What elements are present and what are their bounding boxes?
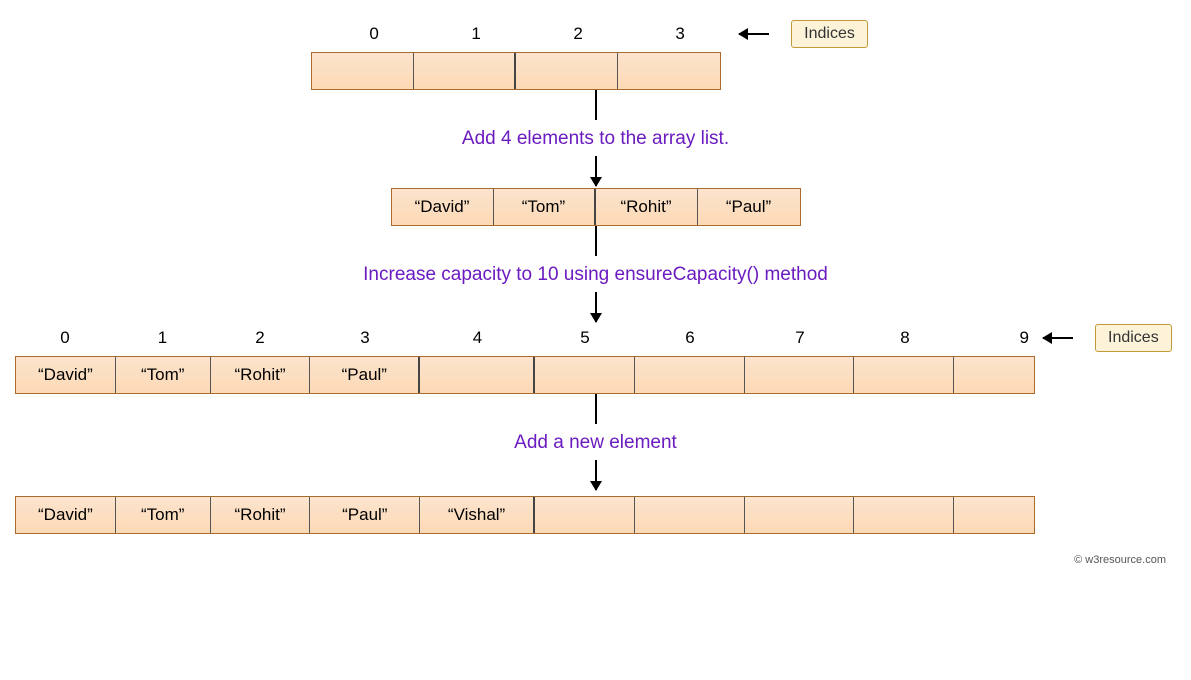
caption-2: Increase capacity to 10 using ensureCapa…: [363, 264, 828, 286]
index-label: 3: [310, 328, 420, 348]
index-label: 4: [420, 328, 535, 348]
cell: [635, 497, 745, 533]
index-label: 1: [425, 24, 527, 44]
cell: [635, 357, 745, 393]
arrow-down-icon: [595, 394, 597, 424]
cell: [745, 497, 855, 533]
index-label: 0: [323, 24, 425, 44]
cell: “Rohit”: [211, 497, 311, 533]
cell: [854, 497, 954, 533]
caption-3: Add a new element: [514, 432, 677, 454]
cell: “Paul”: [310, 357, 420, 393]
cell: [954, 497, 1034, 533]
arrow-left-icon: [1043, 337, 1073, 339]
cell: [414, 53, 516, 89]
arrow-down-icon: [595, 460, 597, 490]
cell: [312, 53, 414, 89]
cell: [854, 357, 954, 393]
index-label: 2: [210, 328, 310, 348]
credit-text: © w3resource.com: [15, 554, 1176, 566]
index-label: 8: [855, 328, 955, 348]
cell: “David”: [16, 357, 116, 393]
cell: “Vishal”: [420, 497, 535, 533]
indices-badge: Indices: [791, 20, 868, 48]
cell: [535, 497, 635, 533]
index-label: 3: [629, 24, 731, 44]
cell: [745, 357, 855, 393]
row3-indices-wrap: 0 1 2 3 4 5 6 7 8 9 Indices: [15, 324, 1176, 352]
caption-1: Add 4 elements to the array list.: [462, 128, 729, 150]
index-label: 9: [955, 328, 1035, 348]
cell: [420, 357, 535, 393]
cell: “Paul”: [698, 189, 800, 225]
arrow-down-icon: [595, 90, 597, 120]
cell: [618, 53, 720, 89]
cell: [516, 53, 618, 89]
index-label: 6: [635, 328, 745, 348]
cell: “David”: [16, 497, 116, 533]
index-label: 7: [745, 328, 855, 348]
arrow-down-icon: [595, 156, 597, 186]
cell: “Rohit”: [211, 357, 311, 393]
row1-cells-wrap: [311, 52, 881, 90]
row1-cells: [311, 52, 721, 90]
index-label: 2: [527, 24, 629, 44]
cell: [954, 357, 1034, 393]
index-label: 0: [15, 328, 115, 348]
row3-cells: “David” “Tom” “Rohit” “Paul”: [15, 356, 1035, 394]
arrow-down-icon: [595, 226, 597, 256]
cell: [535, 357, 635, 393]
cell: “David”: [392, 189, 494, 225]
cell: “Tom”: [116, 357, 211, 393]
row3-indices: 0 1 2 3 4 5 6 7 8 9: [15, 328, 1035, 348]
row4-cells: “David” “Tom” “Rohit” “Paul” “Vishal”: [15, 496, 1035, 534]
diagram-stage: 0 1 2 3 Indices Add 4 elements to the ar…: [15, 20, 1176, 534]
index-label: 1: [115, 328, 210, 348]
row2-cells: “David” “Tom” “Rohit” “Paul”: [391, 188, 801, 226]
cell: “Tom”: [494, 189, 596, 225]
arrow-down-icon: [595, 292, 597, 322]
indices-badge: Indices: [1095, 324, 1172, 352]
index-label: 5: [535, 328, 635, 348]
cell: “Tom”: [116, 497, 211, 533]
arrow-left-icon: [739, 33, 769, 35]
cell: “Rohit”: [596, 189, 698, 225]
row1-indices-wrap: 0 1 2 3 Indices: [323, 20, 868, 48]
row1-indices: 0 1 2 3: [323, 24, 731, 44]
cell: “Paul”: [310, 497, 420, 533]
